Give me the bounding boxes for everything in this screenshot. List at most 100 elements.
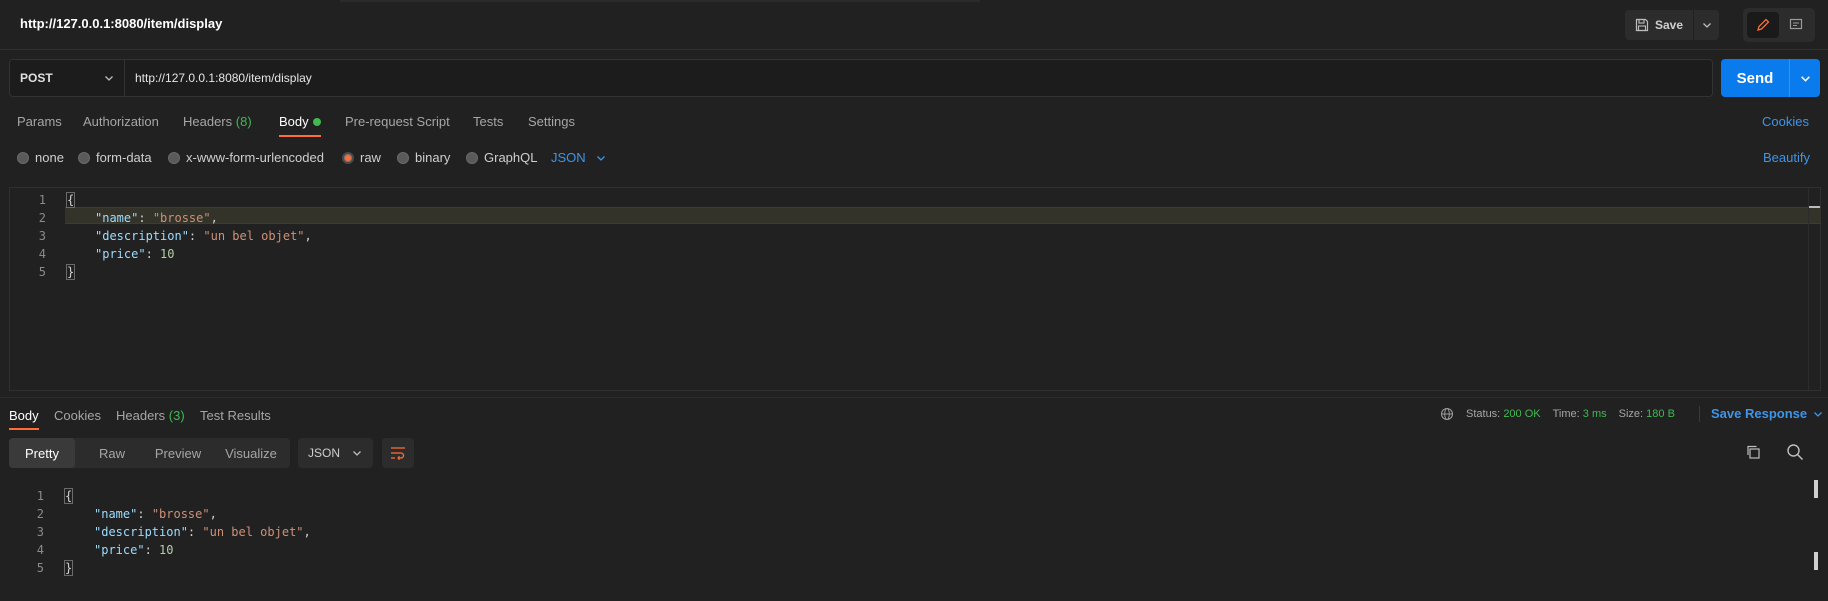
json-brace: } [63,560,74,576]
tab-pre-request-script[interactable]: Pre-request Script [345,114,450,129]
size-readout[interactable]: Size: 180 B [1619,408,1675,420]
body-modified-indicator [313,118,321,126]
send-button[interactable]: Send [1721,59,1789,97]
json-value: 10 [159,543,174,557]
request-title[interactable]: http://127.0.0.1:8080/item/display [20,16,222,31]
tab-body[interactable]: Body [279,114,309,129]
response-tab-body[interactable]: Body [9,408,39,423]
response-body-viewer[interactable]: 1 {2 "name": "brosse", 3 "description": "un … [0,478,1828,601]
line-number: 5 [38,265,46,279]
response-tab-headers-label: Headers [116,408,166,423]
status-readout[interactable]: Status: 200 OK [1466,408,1541,420]
time-label: Time: [1552,408,1580,420]
tab-params[interactable]: Params [17,114,62,129]
wrap-lines-button[interactable] [382,438,414,468]
body-type-graphql[interactable]: GraphQL [466,150,537,165]
globe-icon[interactable] [1440,407,1454,421]
response-tab-headers[interactable]: Headers (3) [116,408,185,423]
save-response-label: Save Response [1711,406,1808,421]
json-separator: , [210,211,218,225]
code-line: } [65,264,76,280]
top-tab-strip [340,0,980,2]
pencil-icon [1757,18,1770,31]
cookies-link[interactable]: Cookies [1762,114,1809,129]
json-brace: } [65,264,76,280]
body-type-urlencoded-label: x-www-form-urlencoded [186,150,324,165]
raw-format-dropdown[interactable]: JSON [551,150,606,165]
view-raw[interactable]: Raw [77,438,147,468]
tab-headers[interactable]: Headers (8) [183,114,252,129]
json-value: "brosse" [151,507,210,521]
save-response-button[interactable]: Save Response [1711,406,1823,421]
edit-mode-button[interactable] [1747,12,1779,38]
radio-binary [397,151,409,164]
view-visualize[interactable]: Visualize [213,438,289,468]
line-number: 2 [38,211,46,225]
body-type-none[interactable]: none [17,150,64,165]
wrap-lines-icon [391,447,405,460]
method-value: POST [20,71,53,85]
json-value: "un bel objet" [202,525,304,539]
json-key: "price" [94,543,145,557]
chevron-down-icon [1814,411,1823,417]
raw-format-value: JSON [551,150,586,165]
response-meta: Status: 200 OK Time: 3 ms Size: 180 B [1440,407,1675,421]
radio-urlencoded [168,151,180,164]
json-separator: , [209,507,217,521]
request-body-editor[interactable]: 1 {2 "name": "brosse", 3 "description": "un … [9,187,1821,391]
response-tab-test-results[interactable]: Test Results [200,408,271,423]
send-options-dropdown[interactable] [1790,59,1820,97]
json-colon: : [188,229,204,243]
copy-icon[interactable] [1745,444,1761,460]
floppy-disk-icon [1635,18,1649,32]
radio-form-data [78,151,90,164]
json-colon: : [187,525,203,539]
code-line: { [65,192,76,208]
method-select[interactable]: POST [9,59,125,97]
tab-tests[interactable]: Tests [473,114,503,129]
url-input[interactable] [125,59,1713,97]
view-preview[interactable]: Preview [147,438,209,468]
response-headers-count: (3) [168,408,185,423]
tab-authorization[interactable]: Authorization [83,114,159,129]
tab-settings[interactable]: Settings [528,114,575,129]
response-format-value: JSON [308,446,341,460]
line-number: 1 [38,193,46,207]
json-colon: : [144,543,160,557]
save-button[interactable]: Save [1625,10,1693,40]
chevron-down-icon [1702,23,1711,28]
code-line: "name": "brosse", [94,507,217,521]
response-scrollbar-marker [1814,552,1818,570]
pane-resize-handle[interactable] [0,397,1828,398]
body-type-raw-label: raw [360,150,381,165]
json-key: "description" [94,525,188,539]
body-type-form-data[interactable]: form-data [78,150,152,165]
active-response-tab-indicator [9,428,39,430]
json-key: "name" [95,211,139,225]
response-format-dropdown[interactable]: JSON [298,438,373,468]
json-key: "price" [95,247,146,261]
beautify-link[interactable]: Beautify [1763,150,1810,165]
line-number: 4 [38,247,46,261]
headers-count: (8) [235,114,252,129]
json-separator: , [304,229,312,243]
save-options-dropdown[interactable] [1694,10,1719,40]
line-number: 4 [36,543,44,557]
chevron-down-icon [1800,75,1810,82]
body-type-binary[interactable]: binary [397,150,450,165]
save-group: Save [1625,10,1719,40]
response-tab-cookies[interactable]: Cookies [54,408,101,423]
save-label: Save [1655,18,1684,32]
comments-button[interactable] [1781,12,1811,38]
line-number: 3 [38,229,46,243]
code-line: "price": 10 [95,247,174,261]
body-type-raw[interactable]: raw [342,150,381,165]
body-type-urlencoded[interactable]: x-www-form-urlencoded [168,150,324,165]
time-readout[interactable]: Time: 3 ms [1553,408,1607,420]
json-separator: , [303,525,311,539]
editor-scrollbar[interactable] [1808,188,1820,390]
line-number: 2 [36,507,44,521]
view-pretty[interactable]: Pretty [9,438,75,468]
search-icon[interactable] [1786,443,1804,461]
status-value: 200 OK [1503,408,1541,420]
